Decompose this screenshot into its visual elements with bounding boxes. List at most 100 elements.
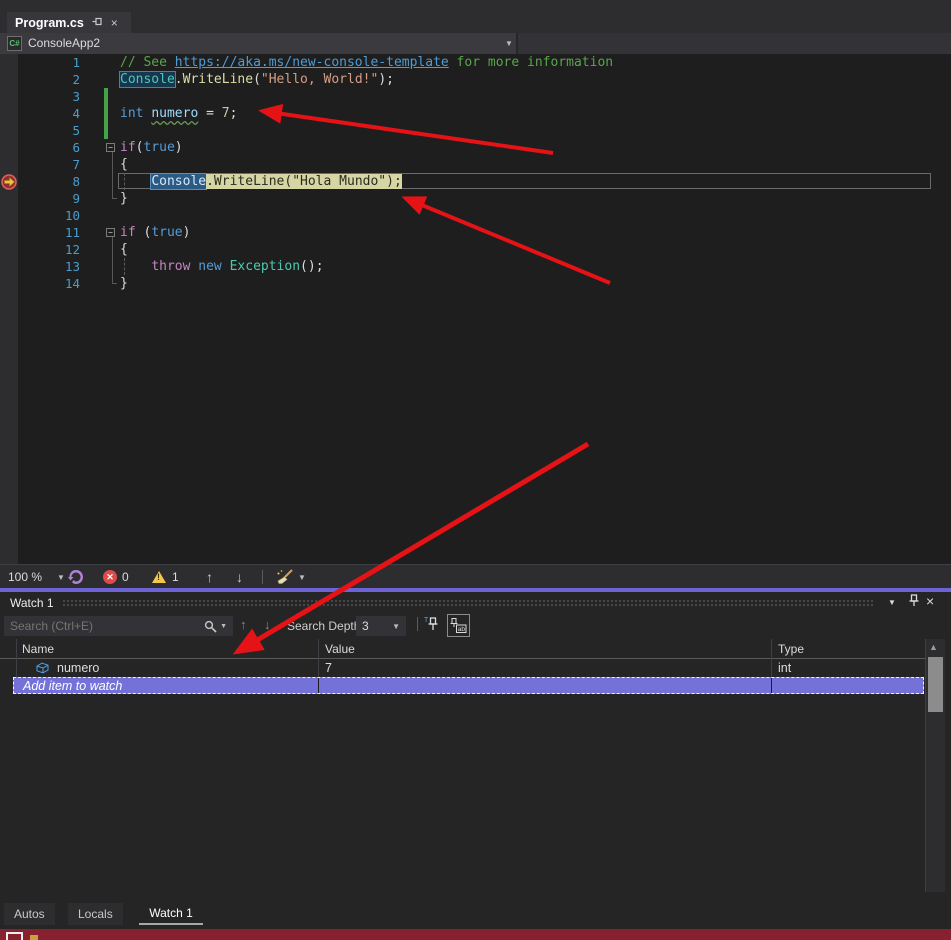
error-icon: ✕	[103, 570, 117, 584]
pin-icon[interactable]	[92, 16, 103, 29]
code-line-11[interactable]: 11 −if (true)	[0, 224, 951, 241]
debug-status-bar	[0, 929, 951, 940]
breakpoint-current-statement-icon[interactable]	[1, 174, 17, 190]
code-line-1[interactable]: 1// See https://aka.ms/new-console-templ…	[0, 54, 951, 71]
scroll-up-icon[interactable]: ▲	[929, 642, 938, 652]
line-number: 9	[18, 190, 80, 207]
editor-bottom-toolbar: 100 % ▼ ✕ 0 1 ↑ ↓ ▼ ◄	[0, 564, 951, 588]
add-watch-label: Add item to watch	[23, 679, 122, 693]
watch-row-numero[interactable]: numero7int	[0, 659, 925, 677]
tab-watch-1[interactable]: Watch 1	[139, 903, 203, 925]
warning-icon	[152, 571, 166, 583]
navigation-bar: C# ConsoleApp2 ▼	[0, 33, 951, 54]
code-line-12[interactable]: 12 {	[0, 241, 951, 258]
line-number: 2	[18, 71, 80, 88]
watch-toolbar: ▼ ↑ ↓ Search Depth: 3 ▼ T ab	[0, 613, 951, 639]
document-tab-strip: Program.cs ×	[0, 0, 951, 33]
field-cube-icon	[36, 662, 49, 677]
document-health-icon[interactable]	[68, 565, 84, 589]
line-number: 7	[18, 156, 80, 173]
column-header-type[interactable]: Type	[778, 642, 804, 656]
collapse-region-icon[interactable]: −	[106, 143, 115, 152]
line-number: 3	[18, 88, 80, 105]
zoom-level-dropdown[interactable]: 100 %	[8, 565, 42, 589]
code-line-4[interactable]: 4 int numero = 7;	[0, 105, 951, 122]
code-line-8[interactable]: 8 Console.WriteLine("Hola Mundo");	[0, 173, 951, 190]
scrollbar-thumb[interactable]	[928, 657, 943, 712]
window-position-chevron-icon[interactable]: ▼	[888, 598, 896, 607]
warning-count: 1	[172, 570, 179, 584]
search-icon[interactable]: ▼	[204, 620, 233, 633]
csharp-project-icon: C#	[7, 36, 22, 51]
zoom-chevron-icon[interactable]: ▼	[57, 565, 65, 589]
svg-text:ab: ab	[458, 626, 466, 633]
watch-title-bar[interactable]: Watch 1 ▼ ×	[0, 592, 951, 613]
search-down-icon[interactable]: ↓	[264, 617, 271, 632]
next-issue-icon[interactable]: ↓	[236, 565, 243, 589]
previous-issue-icon[interactable]: ↑	[206, 565, 213, 589]
warning-count-button[interactable]: 1	[152, 565, 179, 589]
watch-title: Watch 1	[10, 596, 54, 610]
code-editor[interactable]: 1// See https://aka.ms/new-console-templ…	[0, 54, 951, 564]
watch-search-box[interactable]: ▼	[4, 616, 233, 636]
pin-icon[interactable]	[908, 594, 920, 610]
add-watch-row[interactable]: Add item to watch	[13, 677, 924, 694]
watch-value[interactable]: 7	[325, 661, 332, 675]
chevron-down-icon[interactable]: ▼	[505, 39, 513, 48]
code-text: throw new Exception();	[120, 258, 324, 275]
watch-grid-header: Name Value Type	[0, 639, 925, 659]
close-icon[interactable]: ×	[111, 17, 118, 29]
title-bar-grip	[62, 599, 875, 608]
search-up-icon[interactable]: ↑	[240, 617, 247, 632]
line-number: 4	[18, 105, 80, 122]
line-number: 12	[18, 241, 80, 258]
project-name: ConsoleApp2	[28, 36, 100, 50]
error-count-button[interactable]: ✕ 0	[103, 565, 129, 589]
tab-program-cs[interactable]: Program.cs ×	[7, 12, 131, 33]
search-depth-label: Search Depth:	[287, 619, 364, 633]
code-text: Console.WriteLine("Hello, World!");	[120, 71, 394, 88]
code-text: int numero = 7;	[120, 105, 237, 122]
code-line-5[interactable]: 5	[0, 122, 951, 139]
toolbar-separator	[417, 617, 418, 631]
watch-scrollbar[interactable]: ▲	[926, 639, 945, 892]
code-text: Console.WriteLine("Hola Mundo");	[120, 173, 402, 190]
code-cleanup-broom-icon[interactable]	[276, 565, 294, 589]
code-line-2[interactable]: 2 Console.WriteLine("Hello, World!");	[0, 71, 951, 88]
column-header-name[interactable]: Name	[22, 642, 54, 656]
line-number: 8	[18, 173, 80, 190]
line-number: 6	[18, 139, 80, 156]
svg-text:T: T	[424, 617, 429, 624]
project-dropdown[interactable]: C# ConsoleApp2 ▼	[0, 33, 518, 54]
tab-locals[interactable]: Locals	[68, 903, 123, 925]
toolbar-separator	[262, 570, 263, 584]
code-line-6[interactable]: 6 −if(true)	[0, 139, 951, 156]
code-line-13[interactable]: 13 throw new Exception();	[0, 258, 951, 275]
collapse-region-icon[interactable]: −	[106, 228, 115, 237]
status-bar-icon	[6, 932, 23, 940]
search-depth-dropdown[interactable]: 3 ▼	[356, 616, 406, 636]
watch-panel: Watch 1 ▼ × ▼ ↑ ↓ Search Depth: 3 ▼	[0, 592, 951, 900]
code-text: {	[120, 241, 128, 258]
close-icon[interactable]: ×	[926, 593, 934, 609]
pin-to-source-icon[interactable]: T	[424, 615, 440, 636]
broom-chevron-icon[interactable]: ▼	[298, 565, 306, 589]
zoom-level-value: 100 %	[8, 570, 42, 584]
code-text: if (true)	[120, 224, 190, 241]
code-text: if(true)	[120, 139, 183, 156]
line-number: 11	[18, 224, 80, 241]
code-line-14[interactable]: 14}	[0, 275, 951, 292]
code-line-10[interactable]: 10	[0, 207, 951, 224]
line-number: 5	[18, 122, 80, 139]
tab-autos[interactable]: Autos	[4, 903, 55, 925]
show-text-visualizer-toggle[interactable]: ab	[447, 614, 470, 637]
code-line-9[interactable]: 9}	[0, 190, 951, 207]
code-text: }	[120, 190, 128, 207]
grid-divider	[318, 678, 319, 693]
code-line-3[interactable]: 3	[0, 88, 951, 105]
error-count: 0	[122, 570, 129, 584]
column-header-value[interactable]: Value	[325, 642, 355, 656]
code-line-7[interactable]: 7{	[0, 156, 951, 173]
line-number: 1	[18, 54, 80, 71]
search-input[interactable]	[4, 619, 204, 633]
